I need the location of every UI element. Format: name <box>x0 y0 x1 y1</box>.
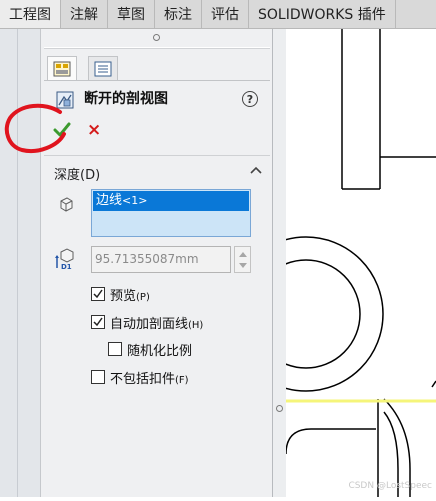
preview-checkbox[interactable] <box>91 287 105 301</box>
tab-annotation[interactable]: 注解 <box>61 0 108 28</box>
panel-separator <box>44 47 270 48</box>
tab-underline <box>44 80 270 81</box>
auto-hatching-checkbox[interactable] <box>91 315 105 329</box>
tab-solidworks-addins[interactable]: SOLIDWORKS 插件 <box>249 0 396 28</box>
randomize-scale-checkbox[interactable] <box>108 342 122 356</box>
cancel-x-icon[interactable]: × <box>87 121 101 139</box>
depth-value-input[interactable]: 95.71355087mm <box>91 246 231 273</box>
panel-splitter[interactable] <box>272 29 286 497</box>
watermark-text: CSDN @LostSpeec <box>348 481 432 491</box>
ok-checkmark-icon[interactable] <box>53 122 71 138</box>
panel-grip-handle[interactable] <box>153 34 160 41</box>
depth-dimension-icon: D1 <box>55 248 74 270</box>
property-manager-icon <box>53 61 71 76</box>
left-strip <box>0 29 40 497</box>
tab-evaluate[interactable]: 评估 <box>202 0 249 28</box>
tab-dimension[interactable]: 标注 <box>155 0 202 28</box>
tab-drawing[interactable]: 工程图 <box>0 0 61 28</box>
property-manager-panel: 断开的剖视图 ? × 深度(D) 边线<1> D1 95.71355087mm … <box>40 29 272 497</box>
panel-title: 断开的剖视图 <box>84 91 168 107</box>
tab-sketch[interactable]: 草图 <box>108 0 155 28</box>
tab-feature-tree[interactable] <box>88 56 118 80</box>
spin-down-icon[interactable] <box>239 263 247 268</box>
broken-out-section-icon <box>56 91 74 109</box>
drawing-geometry <box>228 29 436 497</box>
group-separator <box>44 155 270 156</box>
checkmark-icon <box>93 289 103 299</box>
checkmark-icon <box>93 317 103 327</box>
preview-label: 预览(P) <box>110 289 150 304</box>
depth-reference-selection-box[interactable]: 边线<1> <box>91 189 251 237</box>
feature-tree-icon <box>94 61 112 76</box>
drawing-canvas[interactable]: CSDN @LostSpeec <box>228 29 436 497</box>
help-icon[interactable]: ? <box>242 91 258 107</box>
svg-text:D1: D1 <box>61 263 72 270</box>
splitter-collapse-handle[interactable] <box>276 405 283 412</box>
depth-group-title: 深度(D) <box>54 168 101 183</box>
chevron-up-icon[interactable] <box>250 165 262 175</box>
command-manager-tabs: 工程图 注解 草图 标注 评估 SOLIDWORKS 插件 <box>0 0 436 29</box>
edge-selection-icon <box>60 197 73 212</box>
randomize-scale-label: 随机化比例 <box>127 344 193 359</box>
exclude-fasteners-label: 不包括扣件(F) <box>110 372 189 387</box>
selected-edge-item[interactable]: 边线<1> <box>93 191 249 211</box>
tab-property-manager[interactable] <box>47 56 77 80</box>
exclude-fasteners-checkbox[interactable] <box>91 370 105 384</box>
spin-up-icon[interactable] <box>239 252 247 257</box>
auto-hatching-label: 自动加剖面线(H) <box>110 317 204 332</box>
depth-spinner[interactable] <box>234 246 251 273</box>
